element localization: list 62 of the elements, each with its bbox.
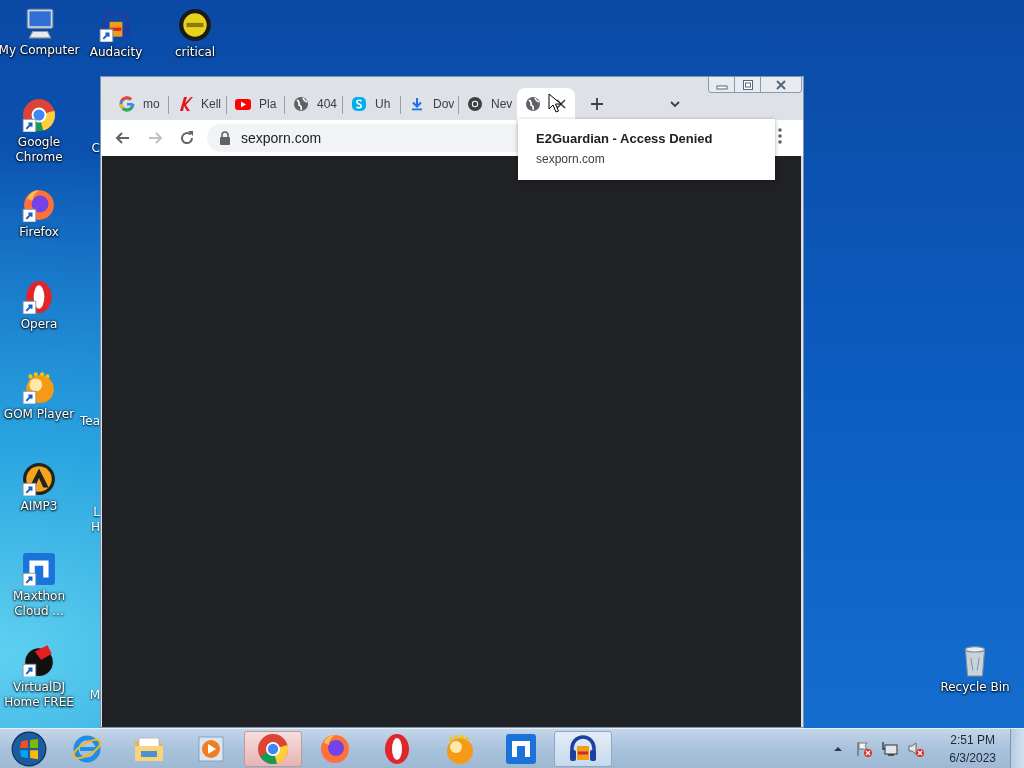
network-icon[interactable] (881, 739, 900, 758)
page-title: E2Guardian - Access Denied (536, 131, 714, 147)
browser-tab[interactable]: Uh (343, 88, 401, 120)
browser-tab[interactable]: Dov (401, 88, 459, 120)
browser-icon[interactable] (22, 552, 56, 586)
icon-label: VirtualDJ Home FREE (3, 680, 75, 710)
triangle-up-icon (834, 746, 843, 751)
browser-icon[interactable] (22, 98, 56, 132)
icon-label: C (91, 141, 100, 156)
flag-icon[interactable] (855, 739, 874, 758)
browser-tab[interactable]: Pla (227, 88, 285, 120)
chat-bubble-icon (351, 96, 367, 112)
video-play-icon (235, 96, 251, 112)
icon-label: M (89, 688, 100, 703)
plus-icon (590, 97, 604, 111)
browser-tab[interactable]: mo (111, 88, 169, 120)
page-url: sexporn.com (536, 151, 606, 167)
url-text: sexporn.com (241, 130, 322, 146)
browser-icon (467, 96, 483, 112)
icon-label: L (93, 505, 100, 520)
icon-label: Maxthon Cloud ... (11, 589, 67, 619)
browser-tab[interactable] (517, 88, 575, 120)
icon-label: My Computer (0, 43, 80, 58)
show-desktop-button[interactable] (1010, 728, 1024, 768)
browser-icon (319, 732, 351, 765)
colored-ring-icon (119, 96, 135, 112)
icon-label: Recycle Bin (940, 680, 1010, 695)
icon-label: Opera (20, 317, 58, 332)
close-button[interactable] (761, 77, 801, 92)
menu-icon[interactable] (777, 127, 783, 145)
icon-label: critical (174, 45, 216, 60)
icon-label: Google Chrome (14, 135, 64, 165)
browser-icon (505, 732, 537, 765)
maximize-icon (741, 79, 754, 90)
icon-label: H (90, 520, 100, 535)
taskbar-button[interactable] (554, 730, 612, 767)
slanted-logo-icon (177, 96, 193, 112)
browser-tab[interactable]: Nev (459, 88, 517, 120)
browser-icon[interactable] (22, 188, 56, 222)
browser-tab[interactable]: Kell (169, 88, 227, 120)
globe-icon (525, 96, 541, 112)
icon-label: GOM Player (3, 407, 75, 422)
clock[interactable]: 2:51 PM 6/3/2023 (943, 730, 1002, 767)
icon-label: Audacity (89, 45, 143, 60)
icon-label: AIMP3 (20, 499, 58, 514)
browser-tab[interactable]: 404 (285, 88, 343, 120)
close-icon (775, 79, 787, 90)
maximize-button[interactable] (735, 77, 761, 92)
player-icon[interactable] (22, 462, 56, 496)
lock-icon (219, 131, 231, 145)
disc-icon[interactable] (178, 8, 212, 42)
taskbar-button[interactable] (244, 730, 302, 767)
icon-label: Firefox (19, 225, 59, 240)
headphones-icon[interactable] (99, 8, 133, 42)
browser-icon (257, 732, 289, 765)
volume-icon[interactable] (907, 739, 926, 758)
reload-icon (178, 129, 196, 147)
globe-icon (293, 96, 309, 112)
icon-label: Tea (79, 414, 100, 429)
cursor-icon (548, 93, 562, 113)
download-icon (409, 96, 425, 112)
close-icon[interactable] (555, 98, 567, 110)
